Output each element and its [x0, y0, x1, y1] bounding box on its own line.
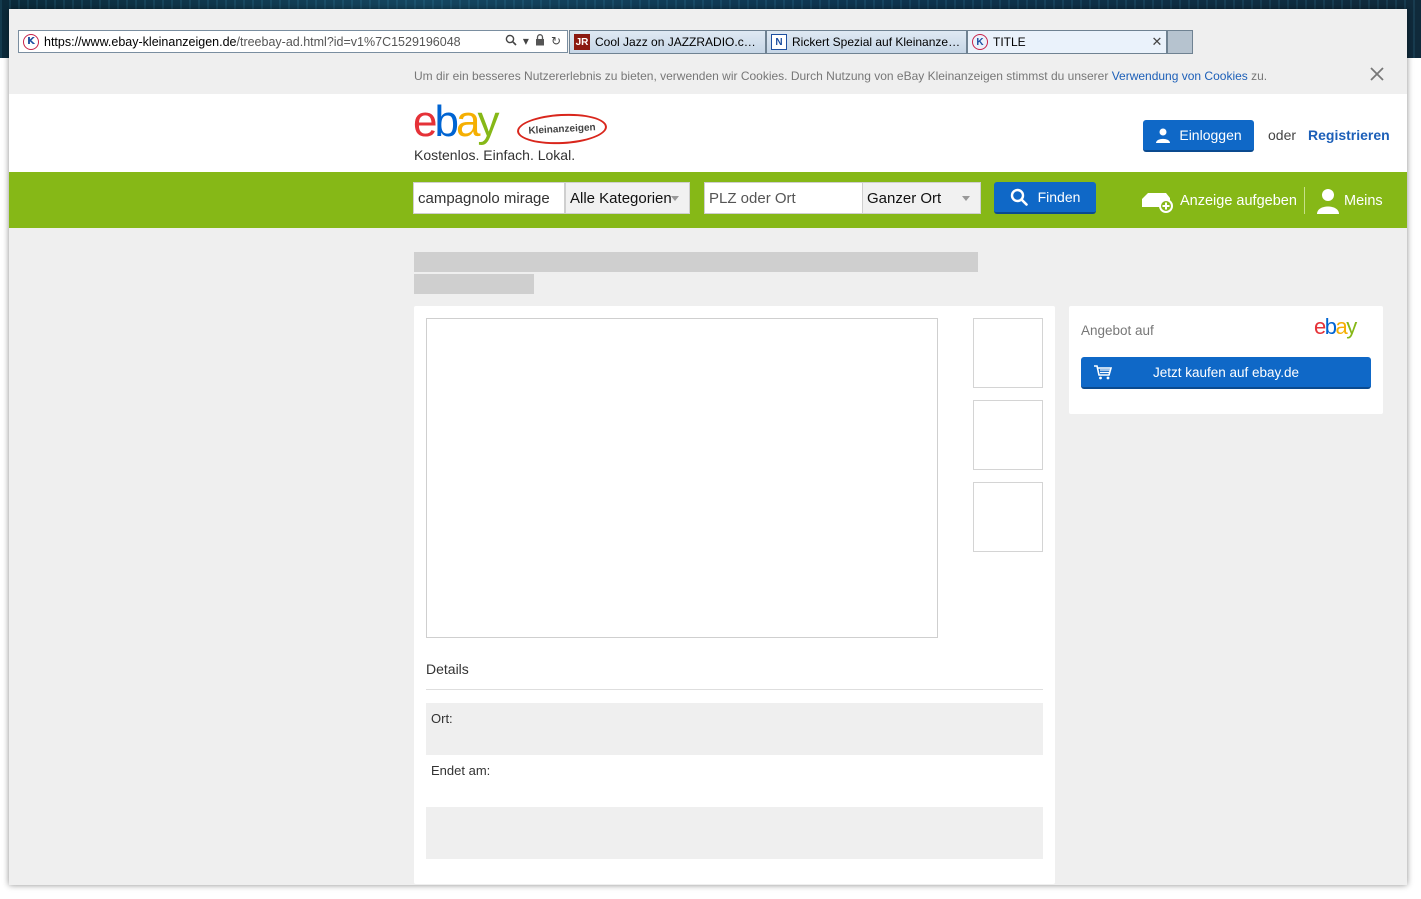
site-k-icon: K: [972, 34, 988, 50]
divider: [426, 689, 1043, 690]
ebay-offer-card: Angebot auf ebay Jetzt kaufen auf ebay.d…: [1069, 306, 1383, 414]
search-icon[interactable]: [505, 34, 517, 49]
tab-label: Rickert Spezial auf Kleinanzeig...: [792, 35, 966, 49]
buy-label: Jetzt kaufen auf ebay.de: [1152, 364, 1300, 380]
address-url[interactable]: https://www.ebay-kleinanzeigen.de/treeba…: [44, 35, 499, 49]
tab-rickert[interactable]: N Rickert Spezial auf Kleinanzeig...: [766, 30, 967, 54]
ebay-logo-text: ebay: [413, 97, 499, 146]
details-heading: Details: [426, 661, 469, 677]
thumbnail[interactable]: [973, 400, 1043, 470]
category-select[interactable]: Alle Kategorien: [565, 182, 690, 214]
radius-select[interactable]: Ganzer Ort: [862, 182, 981, 214]
search-input[interactable]: campagnolo mirage: [413, 182, 565, 214]
address-bar-icons: ▾ ↻: [499, 34, 567, 49]
my-label: Meins: [1344, 193, 1383, 209]
chevron-down-icon: [962, 196, 970, 201]
find-button[interactable]: Finden: [994, 182, 1096, 214]
radius-value: Ganzer Ort: [867, 189, 942, 207]
jazzradio-icon: JR: [574, 34, 590, 50]
buy-on-ebay-button[interactable]: Jetzt kaufen auf ebay.de: [1081, 357, 1371, 389]
tab-jazzradio[interactable]: JR Cool Jazz on JAZZRADIO.com ...: [569, 30, 766, 54]
shopping-cart-icon: [1093, 364, 1113, 383]
thumbnail[interactable]: [973, 318, 1043, 388]
register-link[interactable]: Registrieren: [1308, 127, 1390, 143]
login-button[interactable]: Einloggen: [1143, 120, 1254, 152]
post-ad-label: Anzeige aufgeben: [1180, 193, 1297, 209]
site-k-icon: K: [23, 33, 39, 50]
tagline: Kostenlos. Einfach. Lokal.: [414, 147, 576, 163]
site-header: ebay Kleinanzeigen Kostenlos. Einfach. L…: [9, 94, 1407, 172]
find-label: Finden: [1037, 189, 1081, 205]
browser-toolbar: K https://www.ebay-kleinanzeigen.de/tree…: [9, 9, 1407, 58]
dropdown-icon[interactable]: ▾: [523, 34, 529, 49]
login-label: Einloggen: [1179, 127, 1242, 143]
search-bar: campagnolo mirage Alle Kategorien PLZ od…: [9, 172, 1407, 228]
cookie-suffix: zu.: [1251, 69, 1268, 83]
category-value: Alle Kategorien: [570, 189, 672, 207]
kleinanzeigen-badge: Kleinanzeigen: [516, 111, 608, 147]
offer-title: Angebot auf: [1081, 323, 1154, 338]
close-icon[interactable]: [1366, 64, 1388, 86]
thumbnail[interactable]: [973, 482, 1043, 552]
close-icon[interactable]: ✕: [1148, 34, 1166, 50]
or-text: oder: [1268, 127, 1297, 143]
tab-label: TITLE: [993, 35, 1026, 49]
detail-row-empty: [426, 807, 1043, 859]
address-bar[interactable]: K https://www.ebay-kleinanzeigen.de/tree…: [18, 30, 568, 53]
ebay-logo: ebay: [1314, 314, 1357, 339]
title-placeholder: [414, 252, 978, 272]
url-domain: www.ebay-kleinanzeigen.de: [81, 34, 237, 49]
ebay-kleinanzeigen-logo[interactable]: ebay Kleinanzeigen: [413, 97, 613, 147]
cookie-policy-link[interactable]: Verwendung von Cookies: [1112, 69, 1248, 83]
lock-icon[interactable]: [535, 34, 545, 49]
listing-card: Details Ort: Endet am:: [414, 306, 1055, 884]
my-account-button[interactable]: Meins: [1316, 188, 1383, 214]
detail-row-ends: Endet am:: [426, 755, 1043, 807]
detail-row-location: Ort:: [426, 703, 1043, 755]
post-ad-button[interactable]: Anzeige aufgeben: [1140, 189, 1297, 213]
chevron-down-icon: [671, 196, 679, 201]
search-icon: [1010, 188, 1028, 206]
url-path: /treebay-ad.html?id=v1%7C1529196048: [236, 34, 461, 49]
cookie-notice: Um dir ein besseres Nutzererlebnis zu bi…: [9, 58, 1407, 94]
cookie-message: Um dir ein besseres Nutzererlebnis zu bi…: [414, 69, 1109, 83]
tab-title[interactable]: K TITLE ✕: [967, 30, 1167, 54]
browser-window: K https://www.ebay-kleinanzeigen.de/tree…: [9, 9, 1407, 885]
main-image[interactable]: [426, 318, 938, 638]
user-icon: [1156, 128, 1171, 143]
url-protocol: https://: [44, 34, 82, 49]
location-label: Ort:: [431, 711, 453, 726]
post-ad-icon: [1142, 193, 1173, 213]
ends-label: Endet am:: [431, 763, 491, 778]
new-tab-button[interactable]: [1167, 30, 1193, 54]
subtitle-placeholder: [414, 274, 534, 294]
news-icon: N: [771, 34, 787, 50]
user-icon: [1317, 189, 1339, 214]
search-bar-divider: [1304, 187, 1305, 214]
location-input[interactable]: PLZ oder Ort: [704, 182, 863, 214]
cookie-text: Um dir ein besseres Nutzererlebnis zu bi…: [414, 69, 1267, 83]
refresh-icon[interactable]: ↻: [551, 34, 561, 49]
tab-label: Cool Jazz on JAZZRADIO.com ...: [595, 35, 765, 49]
